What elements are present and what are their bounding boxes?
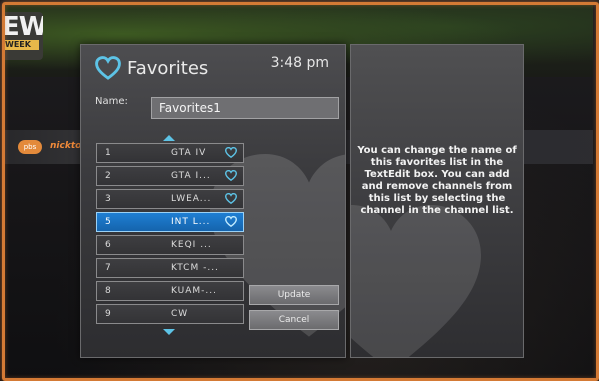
- cancel-button[interactable]: Cancel: [249, 310, 339, 330]
- heart-icon: [95, 56, 121, 80]
- help-panel: You can change the name of this favorite…: [350, 44, 524, 358]
- favorite-heart-icon: [225, 147, 237, 158]
- channel-number: 9: [105, 309, 111, 319]
- favorite-heart-icon: [225, 170, 237, 181]
- channel-row[interactable]: 7 KTCM -...: [96, 258, 244, 278]
- channel-name: KUAM-...: [171, 286, 217, 296]
- channel-name: GTA IV: [171, 148, 207, 158]
- favorite-heart-icon: [225, 216, 237, 227]
- channel-row[interactable]: 9 CW: [96, 304, 244, 324]
- tv-screen: EW WEEK pbs nicktoons Favorites 3:48 pm …: [0, 0, 599, 381]
- channel-row[interactable]: 6 KEQI ...: [96, 235, 244, 255]
- channel-name: KEQI ...: [171, 240, 212, 250]
- channel-number: 1: [105, 148, 111, 158]
- dialog-header: Favorites: [95, 53, 208, 83]
- channel-name: INT L...: [171, 217, 211, 227]
- channel-row[interactable]: 1 GTA IV: [96, 143, 244, 163]
- channel-name: KTCM -...: [171, 263, 219, 273]
- favorites-dialog: Favorites 3:48 pm Name: 1 GTA IV 2 GTA I…: [80, 44, 346, 358]
- name-field[interactable]: [151, 97, 339, 119]
- heart-watermark-icon: [351, 205, 481, 357]
- channel-name: CW: [171, 309, 189, 319]
- update-button[interactable]: Update: [249, 285, 339, 305]
- channel-number: 6: [105, 240, 111, 250]
- clock: 3:48 pm: [270, 55, 329, 71]
- channel-number: 8: [105, 286, 111, 296]
- help-text: You can change the name of this favorite…: [357, 145, 517, 216]
- channel-row[interactable]: 8 KUAM-...: [96, 281, 244, 301]
- scroll-up-arrow-icon[interactable]: [163, 135, 175, 141]
- channel-number: 2: [105, 171, 111, 181]
- channel-number: 3: [105, 194, 111, 204]
- corner-logo-big: EW: [5, 12, 43, 42]
- name-label: Name:: [95, 96, 128, 107]
- scroll-down-arrow-icon[interactable]: [163, 329, 175, 335]
- channel-name: GTA I...: [171, 171, 211, 181]
- channel-number: 7: [105, 263, 111, 273]
- strip-logo-left: pbs: [18, 140, 42, 154]
- channel-row-selected[interactable]: 5 INT L...: [96, 212, 244, 232]
- channel-corner-logo: EW WEEK: [5, 12, 43, 60]
- channel-row[interactable]: 2 GTA I...: [96, 166, 244, 186]
- dialog-title: Favorites: [127, 57, 209, 79]
- channel-name: LWEA...: [171, 194, 212, 204]
- channel-list: 1 GTA IV 2 GTA I... 3 LWEA... 5 INT L...…: [96, 143, 244, 327]
- channel-row[interactable]: 3 LWEA...: [96, 189, 244, 209]
- channel-number: 5: [105, 217, 111, 227]
- favorite-heart-icon: [225, 193, 237, 204]
